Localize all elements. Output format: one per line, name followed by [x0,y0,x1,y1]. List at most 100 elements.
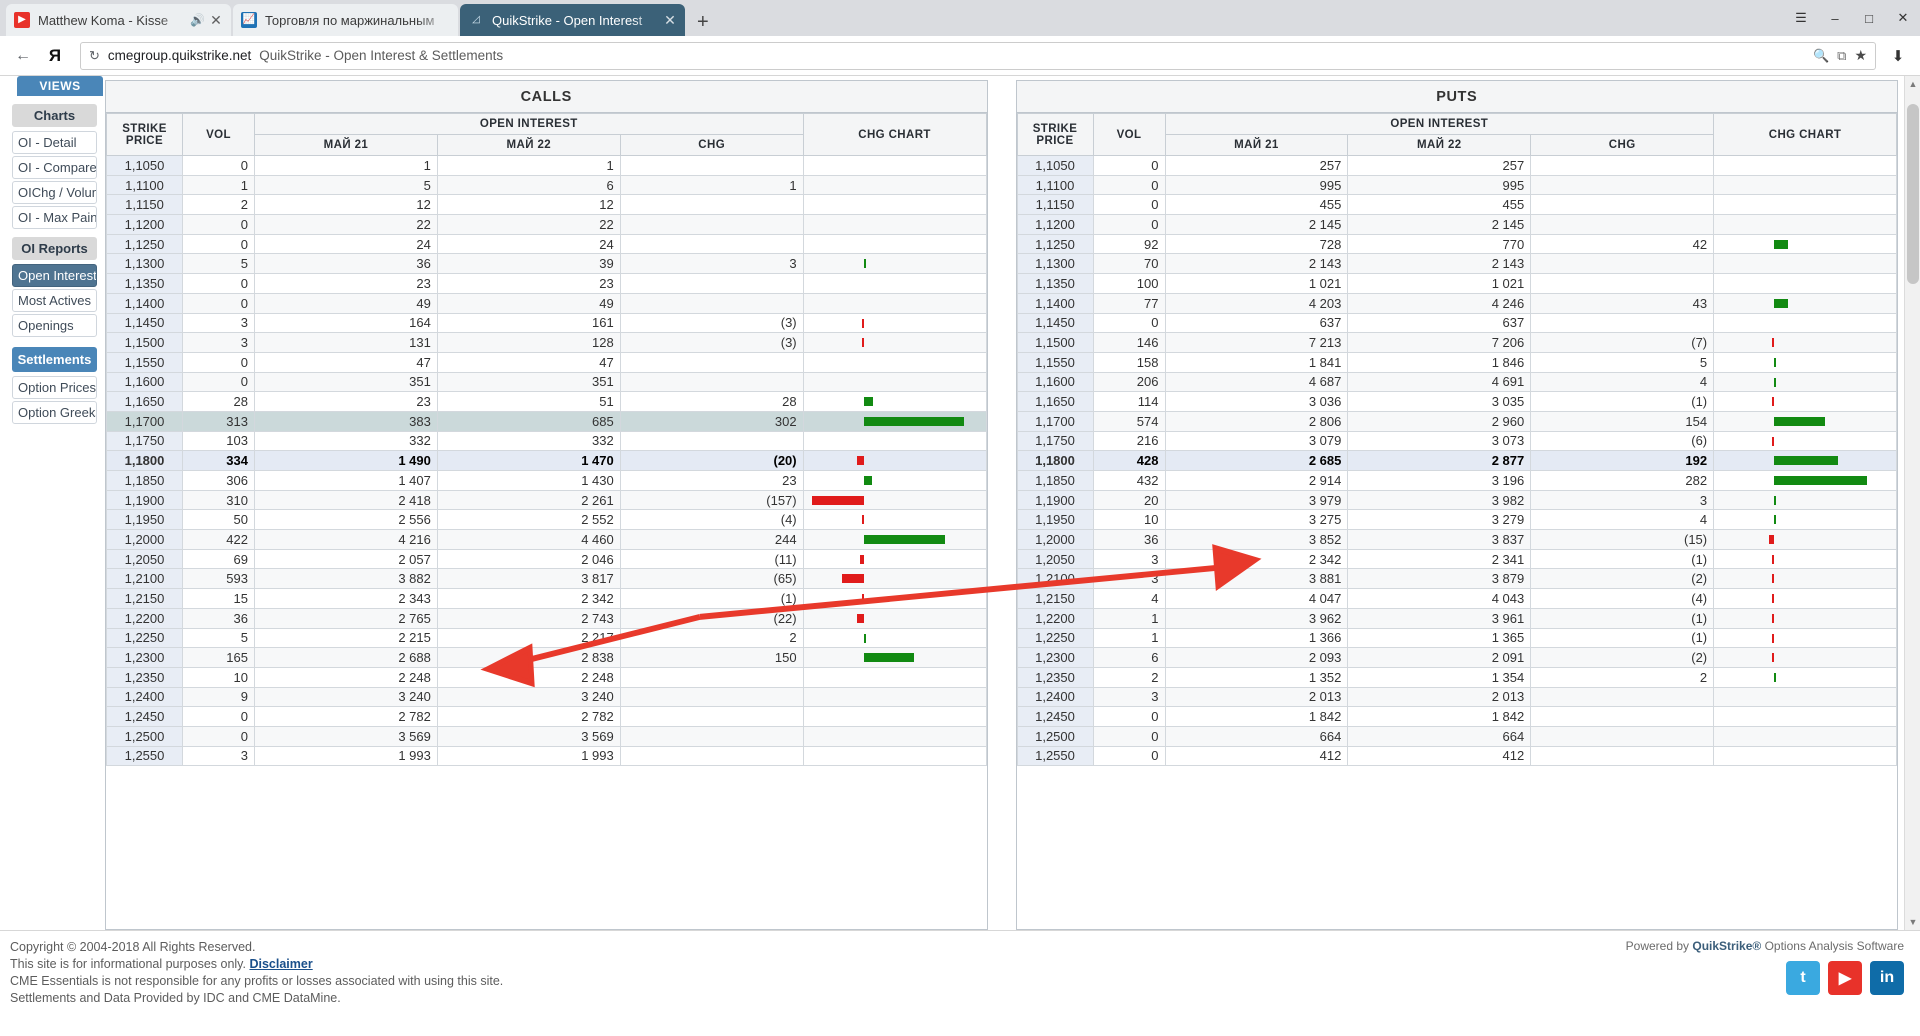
table-row[interactable]: 1,1350 100 1 021 1 021 [1016,273,1897,294]
table-row[interactable]: 1,1200 0 22 22 [106,214,987,235]
close-icon[interactable]: ✕ [209,12,223,29]
table-row[interactable]: 1,1800 334 1 490 1 470 (20) [106,450,987,471]
col-may21[interactable]: МАЙ 21 [1164,134,1349,156]
table-row[interactable]: 1,2000 422 4 216 4 460 244 [106,529,987,550]
table-row[interactable]: 1,1850 432 2 914 3 196 282 [1016,470,1897,491]
table-row[interactable]: 1,1450 3 164 161 (3) [106,312,987,334]
scroll-up-icon[interactable]: ▲ [1905,76,1920,92]
maximize-icon[interactable]: □ [1852,11,1886,26]
table-row[interactable]: 1,1300 70 2 143 2 143 [1016,253,1897,275]
sidebar-item-option-greeks[interactable]: Option Greeks [12,401,97,424]
table-row[interactable]: 1,1850 306 1 407 1 430 23 [106,470,987,491]
table-row[interactable]: 1,2000 36 3 852 3 837 (15) [1016,529,1897,550]
linkedin-icon[interactable]: in [1870,961,1904,995]
table-row[interactable]: 1,1550 0 47 47 [106,351,987,373]
table-row[interactable]: 1,1300 5 36 39 3 [106,253,987,275]
table-row[interactable]: 1,2150 15 2 343 2 342 (1) [106,588,987,609]
table-row[interactable]: 1,2350 2 1 352 1 354 2 [1016,666,1897,688]
table-row[interactable]: 1,1750 216 3 079 3 073 (6) [1016,430,1897,452]
table-row[interactable]: 1,2500 0 664 664 [1016,725,1897,747]
table-row[interactable]: 1,1800 428 2 685 2 877 192 [1016,450,1897,471]
col-vol[interactable]: VOL [1092,113,1166,156]
table-row[interactable]: 1,1200 0 2 145 2 145 [1016,214,1897,235]
mute-icon[interactable]: 🔊 [190,13,205,27]
table-row[interactable]: 1,1600 0 351 351 [106,371,987,393]
table-row[interactable]: 1,1250 92 728 770 42 [1016,233,1897,255]
table-row[interactable]: 1,1700 313 383 685 302 [106,410,987,432]
address-bar[interactable]: ↻ cmegroup.quikstrike.net QuikStrike - O… [80,41,1876,70]
twitter-icon[interactable]: t [1786,961,1820,995]
table-row[interactable]: 1,2350 10 2 248 2 248 [106,666,987,688]
table-row[interactable]: 1,1150 0 455 455 [1016,194,1897,216]
sidebar-item-open-interest[interactable]: Open Interest [12,264,97,287]
table-row[interactable]: 1,2250 5 2 215 2 217 2 [106,627,987,649]
reload-icon[interactable]: ↻ [89,48,100,64]
copy-icon[interactable]: ⧉ [1837,48,1846,64]
yandex-logo-icon[interactable]: Я [38,46,72,66]
table-row[interactable]: 1,2450 0 2 782 2 782 [106,706,987,727]
table-row[interactable]: 1,1150 2 12 12 [106,194,987,216]
col-chg[interactable]: CHG [619,134,804,156]
new-tab-button[interactable]: + [687,12,719,36]
table-row[interactable]: 1,2150 4 4 047 4 043 (4) [1016,588,1897,609]
download-icon[interactable]: ⬇ [1884,47,1912,65]
table-row[interactable]: 1,1550 158 1 841 1 846 5 [1016,351,1897,373]
browser-tab-3[interactable]: ◿ QuikStrike - Open Interest ✕ [460,4,685,36]
menu-icon[interactable]: ☰ [1784,10,1818,26]
table-row[interactable]: 1,2400 3 2 013 2 013 [1016,686,1897,708]
sidebar-item-openings[interactable]: Openings [12,314,97,337]
sidebar-item-oichg-volume[interactable]: OIChg / Volume [12,181,97,204]
table-row[interactable]: 1,1350 0 23 23 [106,273,987,294]
close-window-icon[interactable]: ✕ [1886,10,1920,26]
col-vol[interactable]: VOL [182,113,255,156]
bookmark-icon[interactable]: ★ [1854,47,1867,64]
table-row[interactable]: 1,1500 3 131 128 (3) [106,332,987,353]
sidebar-item-most-actives[interactable]: Most Actives [12,289,97,312]
table-row[interactable]: 1,1500 146 7 213 7 206 (7) [1016,332,1897,353]
table-row[interactable]: 1,2550 3 1 993 1 993 [106,745,987,767]
views-button[interactable]: VIEWS [17,76,103,96]
sidebar-item-oi-compare[interactable]: OI - Compare [12,156,97,179]
table-row[interactable]: 1,2050 69 2 057 2 046 (11) [106,548,987,570]
close-icon[interactable]: ✕ [663,12,677,29]
table-row[interactable]: 1,1600 206 4 687 4 691 4 [1016,371,1897,393]
browser-tab-1[interactable]: ▶ Matthew Koma - Kisse 🔊 ✕ [6,4,231,36]
col-may22[interactable]: МАЙ 22 [1347,134,1532,156]
table-row[interactable]: 1,2050 3 2 342 2 341 (1) [1016,548,1897,570]
scrollbar-thumb[interactable] [1907,104,1919,284]
table-row[interactable]: 1,2300 6 2 093 2 091 (2) [1016,647,1897,668]
sidebar-item-oi-detail[interactable]: OI - Detail [12,131,97,154]
col-strike-price[interactable]: STRIKE PRICE [1016,113,1094,156]
back-icon[interactable]: ← [8,47,38,65]
col-may22[interactable]: МАЙ 22 [436,134,621,156]
table-row[interactable]: 1,1700 574 2 806 2 960 154 [1016,410,1897,432]
table-row[interactable]: 1,1950 50 2 556 2 552 (4) [106,509,987,531]
table-row[interactable]: 1,2400 9 3 240 3 240 [106,686,987,708]
table-row[interactable]: 1,2100 3 3 881 3 879 (2) [1016,568,1897,590]
table-row[interactable]: 1,1400 77 4 203 4 246 43 [1016,292,1897,314]
col-strike-price[interactable]: STRIKE PRICE [106,113,183,156]
table-row[interactable]: 1,1650 28 23 51 28 [106,391,987,412]
sidebar-item-option-prices[interactable]: Option Prices [12,376,97,399]
table-row[interactable]: 1,1450 0 637 637 [1016,312,1897,334]
col-may21[interactable]: МАЙ 21 [254,134,438,156]
table-row[interactable]: 1,2300 165 2 688 2 838 150 [106,647,987,668]
table-row[interactable]: 1,1750 103 332 332 [106,430,987,452]
disclaimer-link[interactable]: Disclaimer [249,957,312,971]
vertical-scrollbar[interactable]: ▲ ▼ [1904,76,1920,930]
col-chg[interactable]: CHG [1530,134,1715,156]
table-row[interactable]: 1,1250 0 24 24 [106,233,987,255]
table-row[interactable]: 1,1050 0 1 1 [106,155,987,176]
table-row[interactable]: 1,1400 0 49 49 [106,292,987,314]
table-row[interactable]: 1,1950 10 3 275 3 279 4 [1016,509,1897,531]
table-row[interactable]: 1,1100 0 995 995 [1016,174,1897,196]
table-row[interactable]: 1,1100 1 5 6 1 [106,174,987,196]
sidebar-item-oi-max-pain[interactable]: OI - Max Pain [12,206,97,229]
scroll-down-icon[interactable]: ▼ [1905,914,1920,930]
table-row[interactable]: 1,1900 310 2 418 2 261 (157) [106,489,987,511]
table-row[interactable]: 1,2500 0 3 569 3 569 [106,725,987,747]
table-row[interactable]: 1,2200 36 2 765 2 743 (22) [106,607,987,629]
minimize-icon[interactable]: – [1818,11,1852,26]
table-row[interactable]: 1,2200 1 3 962 3 961 (1) [1016,607,1897,629]
table-row[interactable]: 1,2100 593 3 882 3 817 (65) [106,568,987,590]
